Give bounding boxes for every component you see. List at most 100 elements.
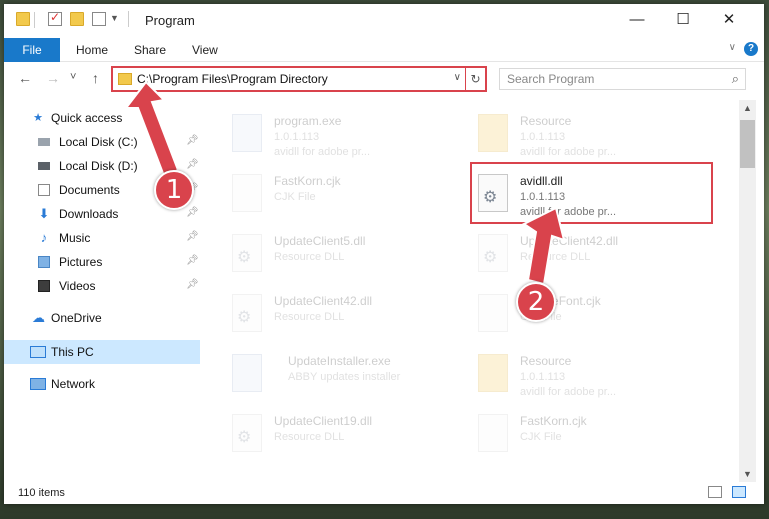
properties-icon[interactable] (48, 10, 62, 26)
file-name: Resource (520, 114, 572, 128)
title-divider (128, 11, 129, 27)
pin-icon[interactable]: 📌︎ (186, 231, 199, 242)
minimize-button[interactable]: — (614, 4, 660, 36)
address-path[interactable]: C:\Program Files\Program Directory (137, 72, 328, 86)
folder-item[interactable]: Resource 1.0.1.113 avidll for adobe pr..… (478, 110, 718, 170)
file-version: 1.0.1.113 (520, 371, 566, 383)
sidebar-item-label: Videos (59, 279, 96, 293)
file-item[interactable]: ⚙ UpdateClient42.dll Resource DLL (232, 290, 472, 350)
cloud-icon: ☁ (32, 310, 45, 325)
sidebar-item-label: Downloads (59, 207, 119, 221)
gear-icon: ⚙ (237, 429, 252, 446)
customize-toolbar-icon[interactable] (92, 12, 106, 26)
tab-view[interactable]: View (192, 38, 218, 62)
close-button[interactable]: ✕ (706, 4, 752, 36)
status-bar: 110 items (4, 482, 764, 504)
file-type: ABBY updates installer (288, 371, 401, 383)
sidebar-item-pictures[interactable]: Pictures 📌︎ (4, 250, 200, 274)
window-title: Program (145, 13, 195, 28)
folder-item[interactable]: Resource 1.0.1.113 avidll for adobe pr..… (478, 350, 718, 410)
file-name: UpdateClient42.dll (520, 234, 619, 248)
drive-icon (38, 138, 50, 146)
gear-icon: ⚙ (237, 309, 252, 326)
chevron-down-icon[interactable]: ▼ (110, 13, 119, 23)
sidebar-item-label: OneDrive (51, 311, 102, 325)
sidebar-item-videos[interactable]: Videos 📌︎ (4, 274, 200, 298)
pin-icon[interactable]: 📌︎ (186, 135, 199, 146)
pin-icon[interactable]: 📌︎ (186, 279, 199, 290)
file-item[interactable]: UpdateInstaller.exe ABBY updates install… (232, 350, 472, 410)
scroll-thumb[interactable] (740, 120, 755, 168)
up-button[interactable]: ↑ (92, 70, 99, 86)
explorer-window: ▼ Program — ☐ ✕ File Home Share View ∨ ?… (4, 4, 764, 504)
details-view-icon[interactable] (708, 486, 722, 498)
file-name: program.exe (274, 114, 342, 128)
search-placeholder: Search Program (507, 72, 595, 86)
tab-home[interactable]: Home (76, 38, 108, 62)
scroll-down-icon[interactable]: ▼ (739, 466, 756, 482)
file-version: 1.0.1.113 (274, 131, 320, 143)
file-name: UpdateClient42.dll (274, 294, 373, 308)
pin-icon[interactable]: 📌︎ (186, 255, 199, 266)
dll-file-icon: ⚙ (232, 234, 262, 272)
vertical-scrollbar[interactable]: ▲ ▼ (739, 100, 756, 482)
file-type: CJK File (520, 431, 562, 443)
folder-icon (478, 354, 508, 392)
file-item[interactable]: ⚙ UpdateClient5.dll Resource DLL (232, 230, 472, 290)
file-item[interactable]: ⚙ UpdateClient42.dll Resource DLL (478, 230, 718, 290)
pin-icon[interactable]: 📌︎ (186, 159, 199, 170)
dll-file-icon: ⚙ (232, 414, 262, 452)
sidebar-item-label: Local Disk (D:) (59, 159, 138, 173)
file-item[interactable]: UpdateFont.cjk CJK File (478, 290, 718, 350)
tab-share[interactable]: Share (134, 38, 166, 62)
sidebar-item-label: Network (51, 377, 96, 391)
chevron-down-icon[interactable]: ∨ (454, 72, 461, 83)
file-item[interactable]: ⚙ UpdateClient19.dll Resource DLL (232, 410, 472, 470)
highlight-box (470, 162, 713, 224)
navigation-pane: ★ Quick access Local Disk (C:) 📌︎ Local … (4, 100, 204, 478)
recent-locations-button[interactable]: ˅ (70, 71, 76, 83)
file-description: avidll for adobe pr... (520, 146, 617, 158)
address-bar[interactable]: C:\Program Files\Program Directory ∨ ↻ (111, 66, 487, 92)
scroll-up-icon[interactable]: ▲ (739, 100, 756, 116)
maximize-button[interactable]: ☐ (660, 4, 706, 36)
large-icons-view-icon[interactable] (732, 486, 746, 498)
file-item[interactable]: FastKorn.cjk CJK File (478, 410, 718, 470)
file-list: program.exe 1.0.1.113 avidll for adobe p… (212, 100, 739, 470)
tab-file[interactable]: File (4, 38, 60, 62)
new-folder-icon[interactable] (70, 12, 84, 26)
sidebar-item-music[interactable]: ♪ Music 📌︎ (4, 226, 200, 250)
help-icon[interactable]: ? (744, 42, 758, 56)
file-name: FastKorn.cjk (520, 414, 587, 428)
sidebar-item-label: Pictures (59, 255, 103, 269)
search-input[interactable]: Search Program ⌕ (499, 68, 746, 90)
sidebar-item-label: Documents (59, 183, 120, 197)
file-name: FastKorn.cjk (274, 174, 341, 188)
file-item[interactable]: FastKorn.cjk CJK File (232, 170, 472, 230)
back-button[interactable]: ← (18, 70, 32, 86)
dll-file-icon: ⚙ (478, 234, 508, 272)
sidebar-item-label: Local Disk (C:) (59, 135, 138, 149)
sidebar-item-quick-access[interactable]: ★ Quick access (4, 106, 200, 130)
navigation-bar: ← → ˅ ↑ C:\Program Files\Program Directo… (4, 64, 764, 94)
file-type: Resource DLL (274, 251, 345, 263)
chevron-up-icon[interactable]: ∨ (729, 42, 736, 53)
search-icon[interactable]: ⌕ (732, 71, 739, 87)
file-item[interactable]: program.exe 1.0.1.113 avidll for adobe p… (232, 110, 472, 170)
forward-button[interactable]: → (46, 70, 60, 86)
sidebar-item-onedrive[interactable]: ☁ OneDrive (4, 306, 200, 330)
pin-icon[interactable]: 📌︎ (186, 207, 199, 218)
sidebar-item-network[interactable]: Network (4, 372, 200, 396)
step-2-callout: 2 (516, 282, 556, 322)
application-icon (232, 114, 262, 152)
sidebar-item-this-pc[interactable]: This PC (4, 340, 200, 364)
computer-icon (30, 346, 46, 358)
documents-icon (38, 184, 50, 196)
installer-icon (232, 354, 262, 392)
sidebar-item-local-disk-c[interactable]: Local Disk (C:) 📌︎ (4, 130, 200, 154)
dll-file-icon: ⚙ (232, 294, 262, 332)
refresh-button[interactable]: ↻ (465, 68, 485, 90)
folder-icon (16, 12, 30, 26)
star-icon: ★ (33, 112, 43, 124)
title-bar: ▼ Program — ☐ ✕ (4, 4, 764, 36)
